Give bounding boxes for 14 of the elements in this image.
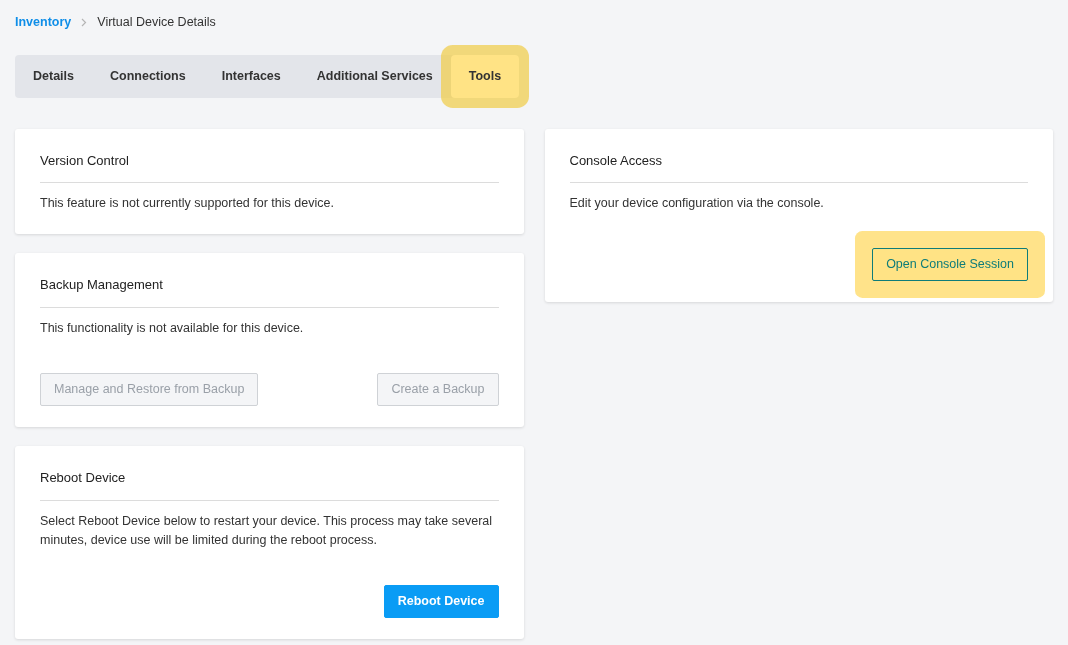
card-text: Select Reboot Device below to restart your device. This process may take several minutes, device use will be limited during the reboot process. xyxy=(40,512,494,549)
tab[interactable]: Interfaces xyxy=(203,54,299,98)
card-title: Backup Management xyxy=(40,275,499,308)
tab[interactable]: Connections xyxy=(92,54,204,98)
chevron-icon xyxy=(81,17,88,27)
card-title: Reboot Device xyxy=(40,468,499,501)
card-text: This feature is not currently supported for this device. xyxy=(40,195,335,212)
breadcrumb-current: Virtual Device Details xyxy=(97,14,216,31)
card-text: Edit your device configuration via the console. xyxy=(569,195,825,212)
tab[interactable]: Details xyxy=(15,54,92,98)
card-text: This functionality is not available for this device. xyxy=(40,319,305,337)
card-title: Console Access xyxy=(569,150,1028,183)
tab[interactable]: Additional Services xyxy=(298,54,451,98)
card-title: Version Control xyxy=(40,150,499,183)
